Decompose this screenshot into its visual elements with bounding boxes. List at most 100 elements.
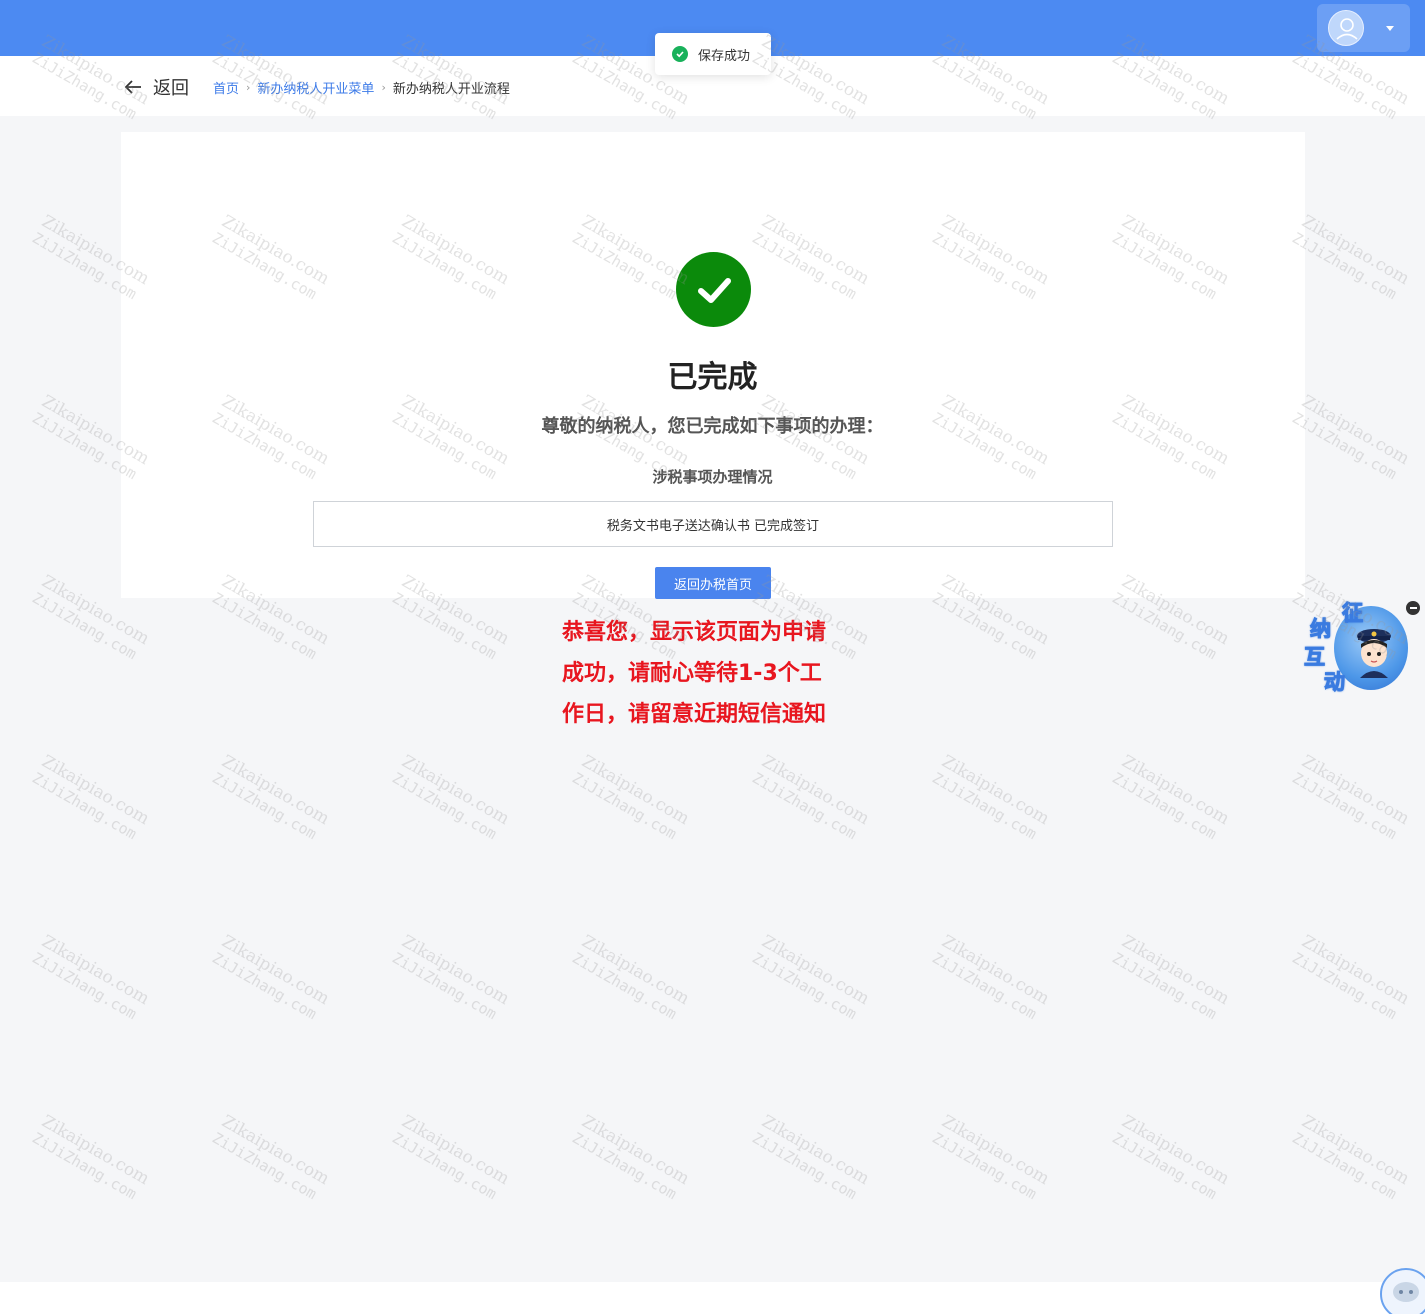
- watermark-text: Zikaipiao.com ZiJiZhang.com: [1289, 751, 1413, 845]
- watermark-line: Zikaipiao.com: [1298, 751, 1413, 830]
- save-success-toast: 保存成功: [655, 33, 771, 75]
- watermark-line: Zikaipiao.com: [1118, 931, 1233, 1010]
- watermark-line: ZiJiZhang.com: [749, 1128, 860, 1204]
- result-item-text: 税务文书电子送达确认书 已完成签订: [606, 518, 820, 534]
- watermark-line: ZiJiZhang.com: [29, 768, 140, 844]
- section-title: 涉税事项办理情况: [652, 468, 773, 486]
- watermark-line: Zikaipiao.com: [38, 1111, 153, 1190]
- watermark-line: ZiJiZhang.com: [929, 948, 1040, 1024]
- watermark-line: Zikaipiao.com: [38, 931, 153, 1010]
- watermark-line: Zikaipiao.com: [398, 751, 513, 830]
- assistant-officer-icon: [1357, 629, 1391, 678]
- annotation-line: 成功，请耐心等待1-3个工: [562, 661, 822, 686]
- assistant-char: 征: [1342, 601, 1364, 626]
- watermark-line: ZiJiZhang.com: [1289, 768, 1400, 844]
- watermark-line: Zikaipiao.com: [1118, 751, 1233, 830]
- back-button[interactable]: 返回: [122, 74, 189, 100]
- watermark-text: Zikaipiao.com ZiJiZhang.com: [569, 1111, 693, 1205]
- watermark-text: Zikaipiao.com ZiJiZhang.com: [389, 751, 513, 845]
- watermark-line: Zikaipiao.com: [218, 931, 333, 1010]
- watermark-line: ZiJiZhang.com: [29, 1128, 140, 1204]
- watermark-line: ZiJiZhang.com: [929, 768, 1040, 844]
- watermark-line: ZiJiZhang.com: [569, 768, 680, 844]
- watermark-line: ZiJiZhang.com: [209, 1128, 320, 1204]
- watermark-text: Zikaipiao.com ZiJiZhang.com: [569, 751, 693, 845]
- watermark-line: ZiJiZhang.com: [929, 1128, 1040, 1204]
- watermark-line: Zikaipiao.com: [1298, 1111, 1413, 1190]
- watermark-text: Zikaipiao.com ZiJiZhang.com: [749, 931, 873, 1025]
- user-menu[interactable]: [1317, 4, 1410, 52]
- watermark-line: ZiJiZhang.com: [1109, 1128, 1220, 1204]
- watermark-line: ZiJiZhang.com: [749, 768, 860, 844]
- assistant-widget[interactable]: 征 纳 互 动: [1300, 596, 1410, 696]
- watermark-text: Zikaipiao.com ZiJiZhang.com: [389, 931, 513, 1025]
- watermark-text: Zikaipiao.com ZiJiZhang.com: [1109, 1111, 1233, 1205]
- watermark-text: Zikaipiao.com ZiJiZhang.com: [749, 751, 873, 845]
- watermark-line: ZiJiZhang.com: [1109, 948, 1220, 1024]
- watermark-text: Zikaipiao.com ZiJiZhang.com: [929, 931, 1053, 1025]
- watermark-line: Zikaipiao.com: [578, 931, 693, 1010]
- watermark-line: ZiJiZhang.com: [389, 768, 500, 844]
- user-avatar-icon: [1328, 10, 1364, 46]
- watermark-line: ZiJiZhang.com: [929, 588, 1040, 664]
- arrow-left-icon: [124, 80, 141, 94]
- watermark-line: ZiJiZhang.com: [29, 948, 140, 1024]
- watermark-line: Zikaipiao.com: [578, 1111, 693, 1190]
- watermark-text: Zikaipiao.com ZiJiZhang.com: [1109, 751, 1233, 845]
- footer-strip: [0, 1282, 1425, 1314]
- watermark-line: ZiJiZhang.com: [389, 948, 500, 1024]
- watermark-text: Zikaipiao.com ZiJiZhang.com: [1289, 211, 1413, 305]
- watermark-line: Zikaipiao.com: [398, 1111, 513, 1190]
- watermark-line: ZiJiZhang.com: [749, 948, 860, 1024]
- watermark-line: ZiJiZhang.com: [1289, 1128, 1400, 1204]
- watermark-text: Zikaipiao.com ZiJiZhang.com: [569, 931, 693, 1025]
- back-label: 返回: [153, 78, 189, 99]
- breadcrumb: 首页 › 新办纳税人开业菜单 › 新办纳税人开业流程: [213, 78, 510, 97]
- watermark-text: Zikaipiao.com ZiJiZhang.com: [209, 751, 333, 845]
- check-circle-icon: [672, 46, 688, 62]
- watermark-line: Zikaipiao.com: [938, 1111, 1053, 1190]
- breadcrumb-separator-icon: ›: [381, 81, 386, 94]
- assistant-close-icon[interactable]: [1406, 601, 1420, 615]
- assistant-char: 动: [1324, 670, 1346, 695]
- watermark-text: Zikaipiao.com ZiJiZhang.com: [929, 751, 1053, 845]
- annotation-note: 恭喜您，显示该页面为申请 成功，请耐心等待1-3个工 作日，请留意近期短信通知: [562, 612, 862, 735]
- watermark-text: Zikaipiao.com ZiJiZhang.com: [1109, 931, 1233, 1025]
- watermark-line: Zikaipiao.com: [218, 1111, 333, 1190]
- watermark-line: ZiJiZhang.com: [1289, 228, 1400, 304]
- breadcrumb-menu[interactable]: 新办纳税人开业菜单: [257, 78, 374, 97]
- toast-text: 保存成功: [698, 48, 751, 64]
- watermark-line: Zikaipiao.com: [938, 931, 1053, 1010]
- watermark-line: ZiJiZhang.com: [29, 588, 140, 664]
- chat-robot-icon[interactable]: [1380, 1268, 1425, 1314]
- watermark-line: Zikaipiao.com: [1298, 931, 1413, 1010]
- watermark-line: ZiJiZhang.com: [209, 768, 320, 844]
- watermark-text: Zikaipiao.com ZiJiZhang.com: [929, 1111, 1053, 1205]
- watermark-text: Zikaipiao.com ZiJiZhang.com: [29, 1111, 153, 1205]
- watermark-line: Zikaipiao.com: [578, 751, 693, 830]
- watermark-line: Zikaipiao.com: [938, 751, 1053, 830]
- assistant-char: 纳: [1310, 617, 1332, 642]
- check-circle-icon: [676, 252, 751, 327]
- watermark-line: ZiJiZhang.com: [389, 588, 500, 664]
- watermark-text: Zikaipiao.com ZiJiZhang.com: [209, 931, 333, 1025]
- watermark-text: Zikaipiao.com ZiJiZhang.com: [389, 1111, 513, 1205]
- breadcrumb-separator-icon: ›: [246, 81, 251, 94]
- watermark-text: Zikaipiao.com ZiJiZhang.com: [749, 1111, 873, 1205]
- watermark-line: ZiJiZhang.com: [1289, 948, 1400, 1024]
- annotation-line: 恭喜您，显示该页面为申请: [562, 620, 827, 645]
- watermark-line: ZiJiZhang.com: [209, 948, 320, 1024]
- return-home-button[interactable]: 返回办税首页: [655, 567, 771, 599]
- watermark-line: Zikaipiao.com: [1118, 1111, 1233, 1190]
- watermark-line: ZiJiZhang.com: [569, 948, 680, 1024]
- watermark-line: Zikaipiao.com: [758, 931, 873, 1010]
- watermark-text: Zikaipiao.com ZiJiZhang.com: [1289, 931, 1413, 1025]
- watermark-text: Zikaipiao.com ZiJiZhang.com: [29, 931, 153, 1025]
- breadcrumb-home[interactable]: 首页: [213, 78, 239, 97]
- watermark-line: ZiJiZhang.com: [569, 1128, 680, 1204]
- watermark-line: ZiJiZhang.com: [389, 1128, 500, 1204]
- watermark-line: Zikaipiao.com: [218, 751, 333, 830]
- watermark-line: Zikaipiao.com: [758, 1111, 873, 1190]
- watermark-line: ZiJiZhang.com: [209, 588, 320, 664]
- result-subtitle: 尊敬的纳税人，您已完成如下事项的办理：: [541, 416, 884, 437]
